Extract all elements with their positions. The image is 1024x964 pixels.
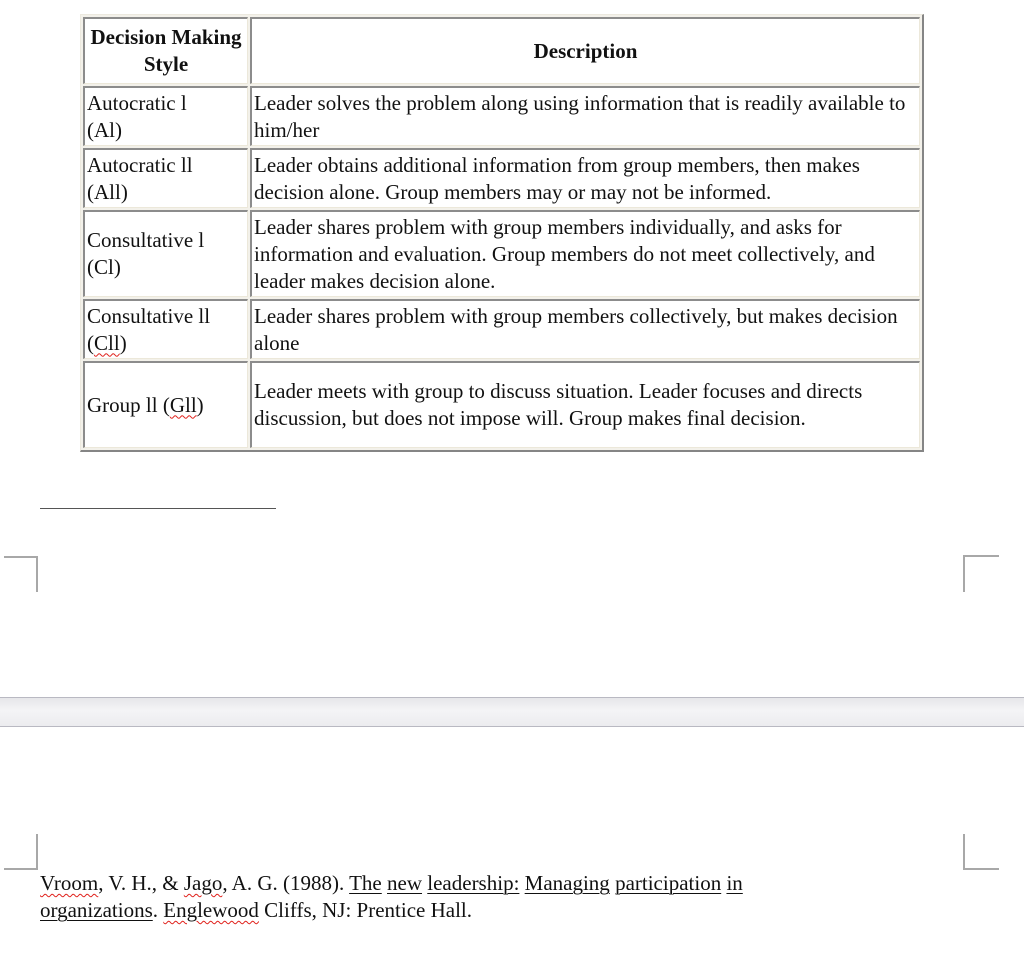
reference-citation[interactable]: Vroom, V. H., & Jago, A. G. (1988). The … bbox=[40, 870, 980, 924]
style-code-close: ) bbox=[119, 330, 127, 355]
reference-text: , V. H., & bbox=[98, 871, 184, 895]
decision-styles-table: Decision Making Style Description Autocr… bbox=[80, 14, 924, 452]
reference-text: . bbox=[152, 898, 164, 922]
reference-title-word: organizations bbox=[40, 898, 153, 922]
table-row: Consultative ll (Cll) Leader shares prob… bbox=[83, 299, 920, 359]
style-name: Group ll bbox=[87, 392, 158, 417]
style-code-open: ( bbox=[87, 330, 94, 355]
page-break-gap bbox=[0, 697, 1024, 727]
style-code: (Al) bbox=[87, 117, 122, 142]
style-code-open: ( bbox=[162, 392, 170, 417]
description-cell[interactable]: Leader obtains additional information fr… bbox=[250, 148, 920, 208]
spellcheck-flagged-word[interactable]: Jago bbox=[184, 871, 223, 895]
reference-text: Cliffs, NJ: Prentice Hall. bbox=[258, 898, 473, 922]
table-row: Autocratic ll (All) Leader obtains addit… bbox=[83, 148, 920, 208]
description-cell[interactable]: Leader solves the problem along using in… bbox=[250, 86, 920, 146]
margin-corner-mark-bottom-right bbox=[963, 834, 999, 870]
table-row: Autocratic l (Al) Leader solves the prob… bbox=[83, 86, 920, 146]
reference-title-word: leadership: bbox=[427, 871, 520, 895]
footnote-separator-line bbox=[40, 508, 276, 509]
table-row: Consultative l (Cl) Leader shares proble… bbox=[83, 210, 920, 297]
header-description: Description bbox=[250, 17, 920, 84]
style-cell[interactable]: Group ll (Gll) bbox=[83, 361, 248, 448]
description-cell[interactable]: Leader meets with group to discuss situa… bbox=[250, 361, 920, 448]
reference-title-word: new bbox=[387, 871, 423, 895]
style-name: Autocratic l bbox=[87, 90, 187, 115]
spellcheck-flagged-word[interactable]: Vroom bbox=[40, 871, 98, 895]
table-row: Group ll (Gll) Leader meets with group t… bbox=[83, 361, 920, 448]
reference-title-word: in bbox=[726, 871, 743, 895]
spellcheck-flagged-word[interactable]: Cll bbox=[94, 331, 120, 355]
spellcheck-flagged-word[interactable]: Englewood bbox=[163, 898, 259, 922]
style-code-close: ) bbox=[196, 392, 204, 417]
table-header-row: Decision Making Style Description bbox=[83, 17, 920, 84]
reference-text: , A. G. (1988). bbox=[222, 871, 350, 895]
spellcheck-flagged-word[interactable]: Gll bbox=[170, 393, 197, 417]
style-code: (All) bbox=[87, 179, 128, 204]
margin-corner-mark-bottom-left bbox=[4, 834, 38, 870]
style-name: Consultative l bbox=[87, 228, 205, 252]
margin-corner-mark-top-right bbox=[963, 555, 999, 592]
description-cell[interactable]: Leader shares problem with group members… bbox=[250, 210, 920, 297]
reference-title-word: Managing bbox=[524, 871, 610, 895]
style-cell[interactable]: Consultative l (Cl) bbox=[83, 210, 248, 297]
description-cell[interactable]: Leader shares problem with group members… bbox=[250, 299, 920, 359]
style-cell[interactable]: Autocratic l (Al) bbox=[83, 86, 248, 146]
header-decision-making-style: Decision Making Style bbox=[83, 17, 248, 84]
style-name: Consultative ll bbox=[87, 303, 211, 328]
style-cell[interactable]: Autocratic ll (All) bbox=[83, 148, 248, 208]
style-name: Autocratic ll bbox=[87, 152, 193, 177]
reference-title-word: participation bbox=[615, 871, 722, 895]
reference-title-word: The bbox=[349, 871, 382, 895]
style-code: (Cl) bbox=[87, 255, 121, 279]
style-cell[interactable]: Consultative ll (Cll) bbox=[83, 299, 248, 359]
margin-corner-mark-top-left bbox=[4, 556, 38, 592]
